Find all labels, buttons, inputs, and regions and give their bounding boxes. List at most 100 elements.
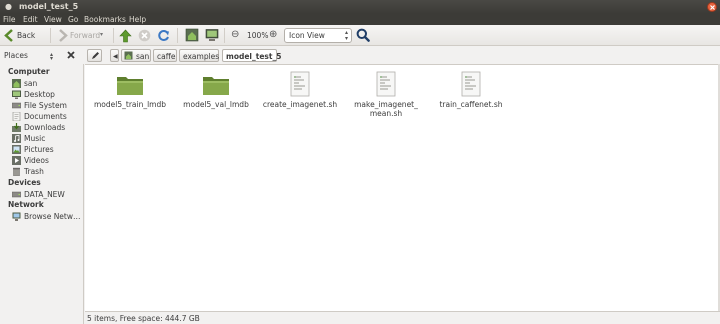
sidebar-item-label: san <box>24 79 38 88</box>
menu-bookmarks[interactable]: Bookmarks <box>84 15 126 24</box>
toolbar: Back Forward ▾ ⊖ 100% ⊕ Icon View ▴ ▾ <box>0 25 720 46</box>
sidebar-item-label: Trash <box>24 167 44 176</box>
breadcrumb-examples[interactable]: examples <box>179 49 219 62</box>
location-bar: ◀ san caffe examples model_test_5 <box>84 47 720 63</box>
home-icon[interactable] <box>185 28 199 42</box>
sidebar-item-label: File System <box>24 101 67 110</box>
pencil-icon <box>92 52 99 59</box>
downloads-icon <box>12 123 21 132</box>
breadcrumb-san[interactable]: san <box>121 49 151 62</box>
menu-help[interactable]: Help <box>129 15 146 24</box>
sidebar-item-browse-network[interactable]: Browse Netw… <box>12 211 82 222</box>
forward-arrow-icon <box>59 29 68 42</box>
file-manager-window: ● model_test_5 File Edit View Go Bookmar… <box>0 0 720 324</box>
sidebar-item-label: Browse Netw… <box>24 212 81 221</box>
sidebar-item-label: Music <box>24 134 46 143</box>
sidebar-item-label: Pictures <box>24 145 54 154</box>
sidebar-item-downloads[interactable]: Downloads <box>12 122 82 133</box>
close-icon <box>710 5 715 10</box>
file-name-line: mean.sh <box>369 108 403 118</box>
sidebar-item-data-new[interactable]: DATA_NEW <box>12 189 82 200</box>
view-mode-select[interactable]: Icon View ▴ ▾ <box>284 28 352 43</box>
shell-script-icon <box>290 71 310 97</box>
reload-icon[interactable] <box>157 29 170 42</box>
close-sidebar-icon[interactable] <box>67 51 75 59</box>
close-window-button[interactable] <box>707 2 717 12</box>
breadcrumb-label: caffe <box>157 52 176 61</box>
menu-go[interactable]: Go <box>68 15 78 24</box>
trash-icon <box>13 167 20 176</box>
file-item-script[interactable]: create_imagenet.sh <box>257 69 343 119</box>
sidebar-item-trash[interactable]: Trash <box>12 166 82 177</box>
updown-arrows-icon: ▴ ▾ <box>344 29 348 42</box>
network-icon <box>12 212 21 221</box>
breadcrumb-label: san <box>136 52 150 61</box>
shell-script-icon <box>376 71 396 97</box>
zoom-level: 100% <box>247 31 269 40</box>
home-icon <box>12 79 21 88</box>
menu-bar: File Edit View Go Bookmarks Help <box>0 14 720 25</box>
menu-file[interactable]: File <box>3 15 16 24</box>
folder-icon <box>203 77 229 95</box>
places-dropdown-down-icon[interactable]: ▾ <box>50 55 53 62</box>
folder-icon <box>117 77 143 95</box>
breadcrumb-model-test-5[interactable]: model_test_5 <box>222 49 281 62</box>
sidebar-item-desktop[interactable]: Desktop <box>12 89 82 100</box>
menu-view[interactable]: View <box>44 15 62 24</box>
documents-icon <box>12 112 21 121</box>
home-folder-icon <box>124 51 133 60</box>
file-view[interactable]: model5_train_lmdb model5_val_lmdb create… <box>85 64 720 311</box>
sidebar-item-pictures[interactable]: Pictures <box>12 144 82 155</box>
sidebar-heading-network: Network <box>8 200 44 209</box>
back-label: Back <box>17 31 36 40</box>
pictures-icon <box>12 145 21 154</box>
breadcrumb-caffe[interactable]: caffe <box>153 49 177 62</box>
file-item-script[interactable]: train_caffenet.sh <box>428 69 514 119</box>
computer-icon[interactable] <box>205 28 219 42</box>
file-name: train_caffenet.sh <box>439 100 503 109</box>
forward-history-dropdown-icon[interactable]: ▾ <box>100 32 103 38</box>
status-text: 5 items, Free space: 444.7 GB <box>87 314 200 323</box>
toolbar-separator <box>50 28 51 43</box>
sidebar-item-music[interactable]: Music <box>12 133 82 144</box>
sidebar-heading-computer: Computer <box>8 67 50 76</box>
file-name: make_imagenet_ mean.sh <box>343 100 429 118</box>
toolbar-separator <box>113 28 114 43</box>
forward-button[interactable]: Forward <box>57 27 105 44</box>
status-bar: 5 items, Free space: 444.7 GB <box>85 311 720 324</box>
videos-icon <box>12 156 21 165</box>
breadcrumb-label: examples <box>183 52 220 61</box>
back-button[interactable]: Back <box>3 27 37 44</box>
toolbar-separator <box>224 28 225 43</box>
sidebar-item-label: Documents <box>24 112 67 121</box>
back-arrow-icon <box>4 29 13 42</box>
file-name: model5_val_lmdb <box>183 100 249 109</box>
chevron-left-icon: ◀ <box>113 53 118 60</box>
sidebar-item-documents[interactable]: Documents <box>12 111 82 122</box>
music-icon <box>12 134 21 143</box>
sidebar-item-san[interactable]: san <box>12 78 82 89</box>
forward-label: Forward <box>70 31 101 40</box>
menu-edit[interactable]: Edit <box>23 15 38 24</box>
zoom-out-icon[interactable]: ⊖ <box>231 30 239 40</box>
file-name: create_imagenet.sh <box>262 100 338 109</box>
shell-script-icon <box>461 71 481 97</box>
title-bar: ● model_test_5 <box>0 0 720 14</box>
file-item-script[interactable]: make_imagenet_ mean.sh <box>343 69 429 119</box>
up-arrow-icon[interactable] <box>119 29 132 43</box>
sidebar-item-label: Videos <box>24 156 49 165</box>
desktop-icon <box>12 90 21 99</box>
places-label: Places <box>4 51 28 60</box>
sidebar-item-label: Downloads <box>24 123 66 132</box>
search-icon[interactable] <box>356 28 370 42</box>
window-menu-icon[interactable]: ● <box>5 3 13 11</box>
sidebar-item-file-system[interactable]: File System <box>12 100 82 111</box>
breadcrumb-left-button[interactable]: ◀ <box>110 49 119 62</box>
file-item-folder[interactable]: model5_train_lmdb <box>87 69 173 119</box>
edit-location-button[interactable] <box>87 49 102 62</box>
stop-icon[interactable] <box>138 29 151 42</box>
file-item-folder[interactable]: model5_val_lmdb <box>173 69 259 119</box>
sidebar-item-label: DATA_NEW <box>24 190 65 199</box>
zoom-in-icon[interactable]: ⊕ <box>269 30 277 40</box>
sidebar-item-videos[interactable]: Videos <box>12 155 82 166</box>
